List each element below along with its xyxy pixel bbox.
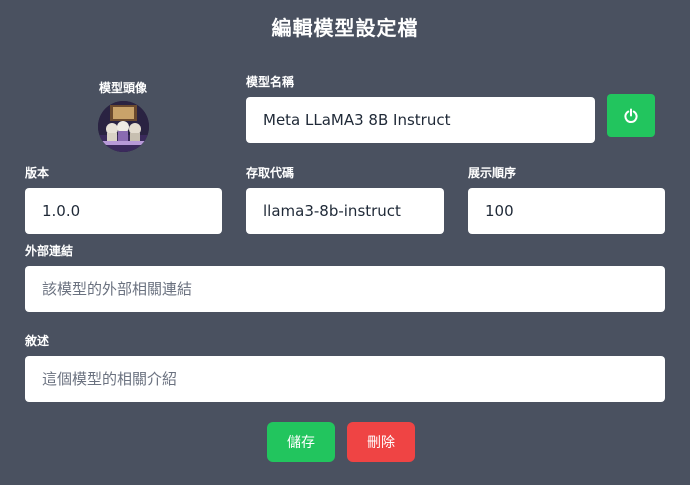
avatar-image [98,101,149,152]
display-order-input[interactable]: 100 [468,188,665,234]
delete-button[interactable]: 刪除 [347,422,415,462]
save-button[interactable]: 儲存 [267,422,335,462]
model-name-label: 模型名稱 [246,75,295,89]
external-link-label: 外部連結 [25,244,74,258]
description-input[interactable]: 這個模型的相關介紹 [25,356,665,402]
version-input[interactable]: 1.0.0 [25,188,222,234]
avatar-label: 模型頭像 [99,81,148,95]
model-avatar[interactable] [98,101,149,152]
version-label: 版本 [25,166,50,180]
access-code-input[interactable]: llama3-8b-instruct [246,188,444,234]
power-icon [624,108,638,123]
access-code-label: 存取代碼 [246,166,295,180]
description-label: 敘述 [25,334,50,348]
external-link-input[interactable]: 該模型的外部相關連結 [25,266,665,312]
page-title: 編輯模型設定檔 [271,16,419,40]
model-name-input[interactable]: Meta LLaMA3 8B Instruct [246,97,595,143]
display-order-label: 展示順序 [468,166,517,180]
toggle-active-button[interactable] [607,94,655,137]
